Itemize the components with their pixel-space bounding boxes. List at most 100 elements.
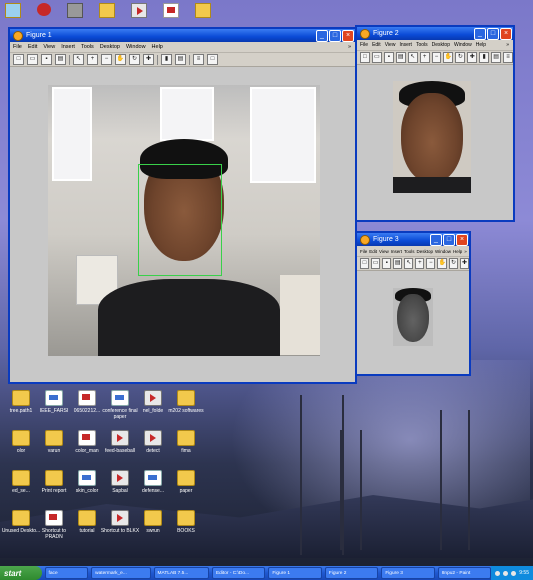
zoom-out-icon[interactable]: − <box>101 54 112 65</box>
menu-help[interactable]: Help <box>453 249 462 254</box>
minimize-button[interactable]: _ <box>474 27 486 40</box>
open-icon[interactable]: ▭ <box>371 52 382 63</box>
taskbar-item[interactable]: 8npu2 - Paint <box>437 567 492 579</box>
zoom-in-icon[interactable]: + <box>87 54 98 65</box>
taskbar-item[interactable]: watermark_e... <box>91 567 151 579</box>
menu-overflow-icon[interactable]: » <box>348 44 351 50</box>
menu-overflow-icon[interactable]: » <box>506 42 509 48</box>
save-icon[interactable]: ▪ <box>383 52 394 63</box>
maximize-button[interactable]: □ <box>487 27 499 40</box>
menu-insert[interactable]: Insert <box>61 44 75 50</box>
colorbar-icon[interactable]: ▮ <box>479 52 490 63</box>
taskbar-item[interactable]: face <box>44 567 89 579</box>
taskbar-item[interactable]: Figure 1 <box>268 567 322 579</box>
save-icon[interactable]: ▪ <box>41 54 52 65</box>
menu-window[interactable]: Window <box>454 42 472 48</box>
menu-file[interactable]: File <box>13 44 22 50</box>
menu-view[interactable]: View <box>385 42 396 48</box>
new-figure-icon[interactable]: □ <box>360 52 370 63</box>
minimize-button[interactable]: _ <box>316 29 328 42</box>
clock[interactable]: 9:55 <box>519 570 529 576</box>
desktop-icon[interactable]: paper <box>165 470 207 494</box>
pointer-icon[interactable]: ↖ <box>407 52 418 63</box>
maximize-button[interactable]: □ <box>443 233 455 246</box>
pointer-icon[interactable]: ↖ <box>73 54 84 65</box>
open-icon[interactable]: ▭ <box>27 54 38 65</box>
menu-desktop[interactable]: Desktop <box>100 44 120 50</box>
figure-2-titlebar[interactable]: Figure 2 _ □ × <box>357 27 513 40</box>
folder-icon[interactable] <box>99 3 115 18</box>
menu-desktop[interactable]: Desktop <box>432 42 450 48</box>
pointer-icon[interactable]: ↖ <box>404 258 414 269</box>
menu-tools[interactable]: Tools <box>81 44 94 50</box>
menu-help[interactable]: Help <box>476 42 486 48</box>
desktop-icon[interactable]: m202 softwares <box>165 390 207 414</box>
print-icon[interactable]: ▤ <box>395 52 406 63</box>
zoom-out-icon[interactable]: − <box>426 258 436 269</box>
close-button[interactable]: × <box>342 29 354 42</box>
menu-window[interactable]: Window <box>126 44 146 50</box>
menu-file[interactable]: File <box>360 42 368 48</box>
volume-icon[interactable] <box>503 570 509 576</box>
close-button[interactable]: × <box>500 27 512 40</box>
taskbar-item[interactable]: Figure 2 <box>324 567 379 579</box>
close-button[interactable]: × <box>456 233 468 246</box>
colorbar-icon[interactable]: ▮ <box>161 54 172 65</box>
recycle-bin-icon[interactable] <box>5 3 21 18</box>
menu-insert[interactable]: Insert <box>391 249 402 254</box>
rotate-icon[interactable]: ↻ <box>448 258 458 269</box>
taskbar-item[interactable]: Editor - C:\Do... <box>211 567 266 579</box>
menu-desktop[interactable]: Desktop <box>417 249 434 254</box>
pan-icon[interactable]: ✋ <box>437 258 447 269</box>
save-icon[interactable]: ▪ <box>382 258 392 269</box>
taskbar-item[interactable]: Figure 3 <box>381 567 435 579</box>
pdf-icon[interactable] <box>163 3 179 18</box>
print-icon[interactable]: ▤ <box>393 258 403 269</box>
desktop-icon[interactable]: fima <box>165 430 207 454</box>
print-icon[interactable]: ▤ <box>55 54 66 65</box>
desktop-icon[interactable]: BOOKS <box>165 510 207 534</box>
grid-icon[interactable]: ≡ <box>503 52 513 63</box>
figure-1-titlebar[interactable]: Figure 1 _ □ × <box>10 29 355 42</box>
minimize-button[interactable]: _ <box>430 233 442 246</box>
new-figure-icon[interactable]: □ <box>13 54 24 65</box>
zoom-in-icon[interactable]: + <box>415 258 425 269</box>
security-icon[interactable] <box>511 570 517 576</box>
start-button[interactable]: start <box>0 566 42 580</box>
document-icon[interactable] <box>131 3 147 18</box>
dc-icon[interactable] <box>67 3 83 18</box>
menu-edit[interactable]: Edit <box>28 44 37 50</box>
network-icon[interactable] <box>495 570 501 576</box>
folder-icon[interactable] <box>195 3 211 18</box>
data-cursor-icon[interactable]: ✚ <box>467 52 478 63</box>
data-cursor-icon[interactable]: ✚ <box>459 258 470 269</box>
zoom-out-icon[interactable]: − <box>431 52 442 63</box>
grid-icon[interactable]: ≡ <box>193 54 204 65</box>
menu-tools[interactable]: Tools <box>404 249 415 254</box>
menu-help[interactable]: Help <box>152 44 163 50</box>
figure-2-window[interactable]: Figure 2 _ □ × File Edit View Insert Too… <box>355 25 515 222</box>
menu-view[interactable]: View <box>379 249 389 254</box>
menu-edit[interactable]: Edit <box>372 42 381 48</box>
data-cursor-icon[interactable]: ✚ <box>143 54 154 65</box>
taskbar-item[interactable]: MATLAB 7.5... <box>153 567 209 579</box>
rotate-icon[interactable]: ↻ <box>129 54 140 65</box>
new-figure-icon[interactable]: □ <box>360 258 370 269</box>
menu-file[interactable]: File <box>360 249 367 254</box>
menu-edit[interactable]: Edit <box>369 249 377 254</box>
menu-window[interactable]: Window <box>435 249 451 254</box>
menu-tools[interactable]: Tools <box>416 42 428 48</box>
figure-3-window[interactable]: Figure 3 _ □ × File Edit View Insert Too… <box>355 231 471 376</box>
pan-icon[interactable]: ✋ <box>443 52 454 63</box>
figure-1-window[interactable]: Figure 1 _ □ × File Edit View Insert Too… <box>8 27 357 384</box>
figure-3-titlebar[interactable]: Figure 3 _ □ × <box>357 233 469 246</box>
plot-box-icon[interactable]: □ <box>207 54 218 65</box>
legend-icon[interactable]: ▤ <box>491 52 502 63</box>
app-icon[interactable] <box>37 3 51 16</box>
menu-view[interactable]: View <box>43 44 55 50</box>
menu-overflow-icon[interactable]: » <box>464 249 467 254</box>
legend-icon[interactable]: ▤ <box>175 54 186 65</box>
rotate-icon[interactable]: ↻ <box>455 52 466 63</box>
maximize-button[interactable]: □ <box>329 29 341 42</box>
pan-icon[interactable]: ✋ <box>115 54 126 65</box>
